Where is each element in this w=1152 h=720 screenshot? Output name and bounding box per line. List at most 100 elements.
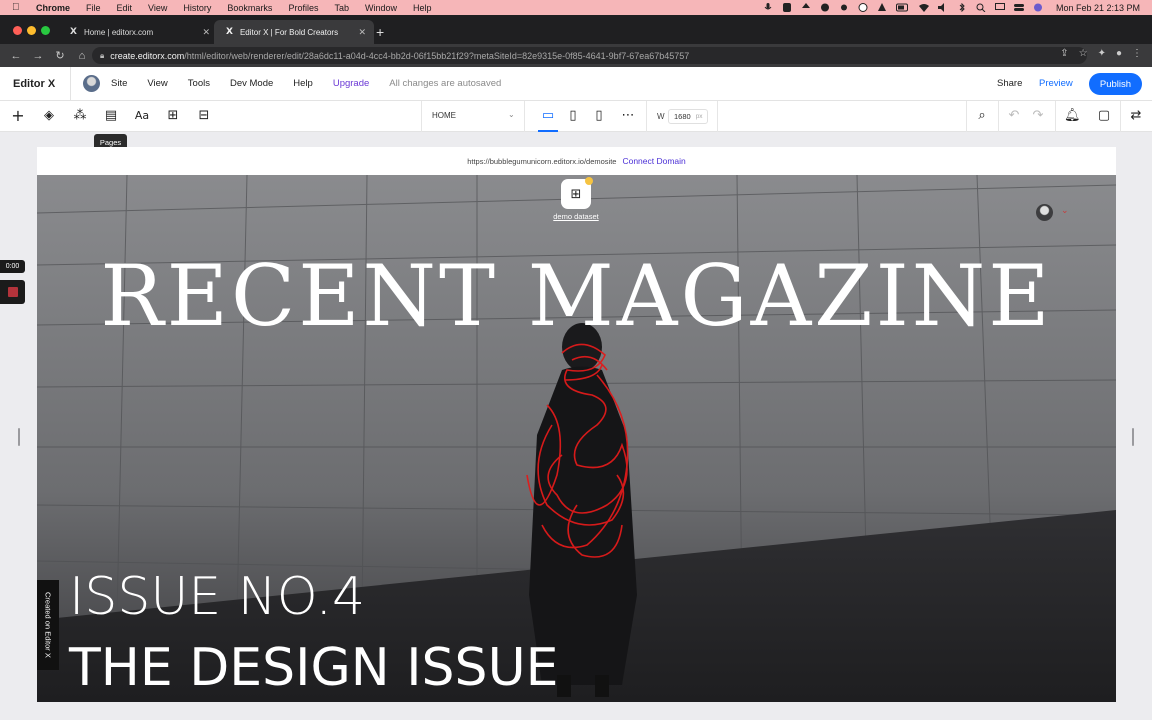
menu-bookmarks[interactable]: Bookmarks	[227, 3, 272, 13]
wifi-icon[interactable]	[918, 3, 929, 12]
page-selector[interactable]: HOME	[432, 111, 456, 120]
address-bar[interactable]: 🔒︎ create.editorx.com/html/editor/web/re…	[92, 47, 1087, 64]
window-close-button[interactable]	[13, 26, 22, 35]
undo-icon[interactable]: ↶	[1006, 108, 1022, 124]
circle-status-icon[interactable]	[858, 3, 868, 12]
canvas-width-input[interactable]: 1680 px	[668, 109, 708, 124]
brightness-icon[interactable]	[839, 3, 849, 12]
menu-app-name[interactable]: Chrome	[36, 3, 70, 13]
upgrade-link[interactable]: Upgrade	[333, 78, 369, 89]
menu-help[interactable]: Help	[413, 3, 432, 13]
browser-tab-editor[interactable]: X Editor X | For Bold Creators ✕	[214, 20, 374, 44]
lock-icon[interactable]: 🔒︎	[100, 51, 104, 61]
connect-domain-link[interactable]: Connect Domain	[622, 156, 685, 166]
stop-recording-button[interactable]	[0, 280, 25, 304]
home-icon[interactable]: ⌂	[71, 50, 93, 62]
login-avatar[interactable]	[1036, 204, 1053, 221]
menu-window[interactable]: Window	[365, 3, 397, 13]
share-page-icon[interactable]: ⇪	[1060, 48, 1068, 59]
left-resize-handle[interactable]	[18, 428, 20, 446]
app-market-icon[interactable]: ⁂	[72, 108, 88, 124]
zoom-search-icon[interactable]: ⌕	[974, 108, 990, 124]
issue-title-text[interactable]: THE DESIGN ISSUE	[69, 638, 558, 698]
more-breakpoints-icon[interactable]: ⋯	[620, 108, 636, 124]
menu-dev-mode[interactable]: Dev Mode	[230, 78, 273, 89]
editor-toolbar: + ◈ ⁂ ▤ Aa ⊞ ⊟ HOME ⌄ ▭ ▯ ▯ ⋯ W 1680 px …	[0, 101, 1152, 132]
chrome-menu-icon[interactable]: ⋮	[1132, 48, 1142, 59]
dataset-label: demo dataset	[553, 212, 599, 221]
profile-avatar-icon[interactable]: ●	[1116, 48, 1122, 59]
window-zoom-button[interactable]	[41, 26, 50, 35]
url-host: create.editorx.com	[110, 50, 185, 61]
divider	[717, 101, 718, 132]
menu-profiles[interactable]: Profiles	[288, 3, 318, 13]
right-resize-handle[interactable]	[1132, 428, 1134, 446]
hero-section[interactable]: ⊞ demo dataset ⌄ RECENT MAGAZINE ISSUE N…	[37, 175, 1116, 702]
preview-button[interactable]: Preview	[1039, 78, 1073, 89]
menu-help-editor[interactable]: Help	[293, 78, 313, 89]
hero-title[interactable]: RECENT MAGAZINE	[37, 247, 1116, 345]
cms-table-icon[interactable]: ⊟	[196, 108, 212, 124]
screen-mirroring-icon[interactable]	[994, 3, 1005, 12]
arrow-app-icon[interactable]	[877, 3, 887, 12]
share-button[interactable]: Share	[997, 78, 1022, 89]
desktop-breakpoint-icon[interactable]: ▭	[538, 108, 558, 132]
spotlight-search-icon[interactable]	[976, 3, 986, 12]
tab-close-icon[interactable]: ✕	[358, 27, 366, 38]
browser-tab-home[interactable]: X Home | editorx.com ✕	[58, 20, 218, 44]
menu-view[interactable]: View	[148, 3, 167, 13]
upload-icon[interactable]	[801, 3, 811, 12]
reload-icon[interactable]: ↻	[49, 49, 71, 62]
dataset-element[interactable]: ⊞ demo dataset	[549, 177, 603, 221]
mobile-breakpoint-icon[interactable]: ▯	[591, 108, 607, 124]
issue-number-text[interactable]: ISSUE NO.4	[69, 567, 365, 627]
editorx-logo[interactable]: Editor X	[13, 78, 70, 90]
script-app-icon[interactable]	[782, 3, 792, 12]
menu-tab[interactable]: Tab	[334, 3, 349, 13]
menu-file[interactable]: File	[86, 3, 101, 13]
recording-timer: 0:00	[0, 260, 25, 273]
divider	[998, 101, 999, 132]
site-url-bar: https://bubblegumunicorn.editorx.io/demo…	[37, 147, 1116, 175]
bluetooth-icon[interactable]	[957, 3, 967, 12]
tablet-breakpoint-icon[interactable]: ▯	[565, 108, 581, 124]
menu-edit[interactable]: Edit	[117, 3, 133, 13]
apple-icon[interactable]: 	[12, 2, 26, 13]
creative-cloud-icon[interactable]	[820, 3, 830, 12]
microphone-icon[interactable]	[763, 3, 773, 12]
bookmark-star-icon[interactable]: ☆	[1079, 48, 1088, 59]
widgets-grid-icon[interactable]: ⊞	[165, 108, 181, 124]
menu-tools[interactable]: Tools	[188, 78, 210, 89]
notifications-bell-icon[interactable]: 🔔︎	[1064, 108, 1081, 124]
siri-icon[interactable]	[1033, 3, 1043, 12]
chevron-down-icon[interactable]: ⌄	[508, 110, 515, 119]
publish-button[interactable]: Publish	[1089, 73, 1142, 95]
layers-icon[interactable]: ◈	[41, 108, 57, 124]
new-tab-plus-icon[interactable]: +	[376, 24, 384, 40]
user-avatar[interactable]	[83, 75, 100, 92]
divider	[646, 101, 647, 132]
created-on-editorx-badge[interactable]: Created on Editor X	[37, 580, 59, 670]
inspector-toggle-icon[interactable]: ⇄	[1128, 108, 1144, 124]
control-center-icon[interactable]	[1013, 3, 1024, 12]
add-element-icon[interactable]: +	[10, 108, 26, 124]
chevron-down-icon[interactable]: ⌄	[1061, 205, 1069, 216]
extensions-puzzle-icon[interactable]: ✦	[1098, 48, 1106, 59]
theme-manager-icon[interactable]: Aa	[134, 108, 150, 124]
back-arrow-icon[interactable]: ←	[5, 50, 27, 62]
menu-view-editor[interactable]: View	[147, 78, 167, 89]
menu-history[interactable]: History	[183, 3, 211, 13]
window-minimize-button[interactable]	[27, 26, 36, 35]
volume-icon[interactable]	[937, 3, 948, 12]
menu-site[interactable]: Site	[111, 78, 127, 89]
pages-icon[interactable]: ▤	[103, 108, 119, 124]
tab-close-icon[interactable]: ✕	[202, 27, 210, 38]
editorx-favicon-icon: X	[70, 27, 77, 37]
forward-arrow-icon[interactable]: →	[27, 50, 49, 62]
divider	[1055, 101, 1056, 132]
redo-icon[interactable]: ↷	[1030, 108, 1046, 124]
battery-icon[interactable]	[895, 3, 910, 12]
menubar-clock[interactable]: Mon Feb 21 2:13 PM	[1056, 3, 1140, 13]
comments-icon[interactable]: ▢	[1096, 108, 1112, 124]
divider	[70, 66, 71, 101]
